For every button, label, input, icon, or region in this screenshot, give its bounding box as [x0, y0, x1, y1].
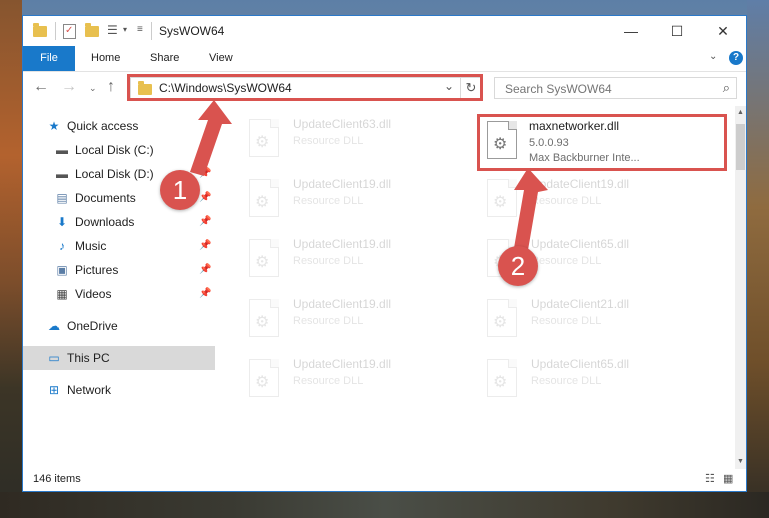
- videos-icon: ▦: [56, 287, 68, 301]
- download-icon: ⬇: [56, 215, 68, 229]
- documents-icon: ▤: [56, 191, 68, 205]
- tab-share[interactable]: Share: [150, 46, 179, 71]
- status-bar: 146 items ☷ ▦: [23, 469, 746, 491]
- gear-icon: ⚙: [255, 374, 270, 391]
- new-folder-icon[interactable]: [85, 23, 99, 37]
- close-button[interactable]: ✕: [700, 16, 746, 46]
- file-highlight: [477, 114, 727, 171]
- sidebar-item-quick-access[interactable]: ★ Quick access: [23, 114, 215, 138]
- folder-icon: [33, 23, 47, 37]
- file-item[interactable]: ⚙ UpdateClient19.dll Resource DLL: [243, 234, 473, 288]
- pictures-icon: ▣: [56, 263, 68, 277]
- title-bar: ✓ ☰ ▾ ≡ SysWOW64 — ☐ ✕: [23, 16, 746, 46]
- properties-icon[interactable]: ✓: [63, 24, 77, 39]
- scroll-down-icon[interactable]: ▼: [735, 455, 746, 469]
- file-item[interactable]: ⚙ UpdateClient19.dll Resource DLL: [243, 354, 473, 408]
- vertical-scrollbar[interactable]: ▲ ▼: [735, 106, 746, 469]
- gear-icon: ⚙: [255, 314, 270, 331]
- pin-icon[interactable]: 📌: [199, 162, 211, 186]
- details-view-icon[interactable]: ☷: [705, 474, 718, 485]
- file-item[interactable]: ⚙ UpdateClient63.dll Resource DLL: [243, 114, 473, 168]
- desktop-background-left: [0, 0, 22, 518]
- step-marker-1: 1: [160, 170, 200, 210]
- sidebar-item-music[interactable]: ♪ Music 📌: [23, 234, 215, 258]
- expand-ribbon-icon[interactable]: ⌄: [709, 51, 717, 62]
- gear-icon: ⚙: [493, 194, 508, 211]
- pin-icon[interactable]: 📌: [199, 282, 211, 306]
- pin-icon[interactable]: 📌: [199, 210, 211, 234]
- dll-file-icon: ⚙: [249, 239, 279, 277]
- chevron-down-icon[interactable]: ▾: [123, 24, 137, 36]
- scroll-thumb[interactable]: [736, 124, 745, 170]
- dll-file-icon: ⚙: [249, 359, 279, 397]
- search-input[interactable]: [503, 79, 707, 99]
- up-arrow-icon[interactable]: ↑: [107, 78, 115, 96]
- music-icon: ♪: [59, 239, 65, 253]
- maximize-button[interactable]: ☐: [654, 16, 700, 46]
- rename-icon[interactable]: ☰: [107, 24, 121, 36]
- file-item[interactable]: ⚙ UpdateClient19.dll Resource DLL: [243, 174, 473, 228]
- minimize-button[interactable]: —: [608, 16, 654, 46]
- gear-icon: ⚙: [255, 254, 270, 271]
- dll-file-icon: ⚙: [487, 299, 517, 337]
- navigation-bar: ← → ⌄ ↑ C:\Windows\SysWOW64 ⌄ ↻ ⌕: [23, 72, 746, 104]
- sidebar-item-videos[interactable]: ▦ Videos 📌: [23, 282, 215, 306]
- desktop-background-bottom: [0, 492, 769, 518]
- step-marker-2: 2: [498, 246, 538, 286]
- large-icons-view-icon[interactable]: ▦: [723, 474, 736, 485]
- scroll-up-icon[interactable]: ▲: [735, 106, 746, 120]
- window-title: SysWOW64: [159, 24, 225, 38]
- file-item[interactable]: ⚙ UpdateClient21.dll Resource DLL: [481, 294, 711, 348]
- pin-icon[interactable]: 📌: [199, 258, 211, 282]
- network-icon: ⊞: [48, 383, 60, 397]
- pin-icon[interactable]: 📌: [199, 234, 211, 258]
- pin-icon[interactable]: 📌: [199, 138, 211, 162]
- star-icon: ★: [48, 119, 60, 133]
- desktop-background-right: [747, 0, 769, 518]
- tab-home[interactable]: Home: [91, 46, 120, 71]
- explorer-window: ✓ ☰ ▾ ≡ SysWOW64 — ☐ ✕ File Home Share V…: [22, 15, 747, 492]
- gear-icon: ⚙: [255, 194, 270, 211]
- navigation-pane: ★ Quick access ▬ Local Disk (C:) 📌 ▬ Loc…: [23, 106, 215, 466]
- sidebar-item-network[interactable]: ⊞ Network: [23, 378, 215, 402]
- dll-file-icon: ⚙: [249, 119, 279, 157]
- drive-icon: ▬: [56, 167, 68, 181]
- sidebar-item-this-pc[interactable]: ▭ This PC: [23, 346, 215, 370]
- forward-arrow-icon[interactable]: →: [61, 78, 77, 96]
- customize-quick-access-icon[interactable]: ≡: [137, 24, 151, 36]
- pin-icon[interactable]: 📌: [199, 186, 211, 210]
- tab-file[interactable]: File: [23, 46, 75, 71]
- help-icon[interactable]: ?: [729, 51, 743, 65]
- file-item[interactable]: ⚙ UpdateClient19.dll Resource DLL: [481, 174, 711, 228]
- search-icon[interactable]: ⌕: [723, 80, 730, 96]
- recent-locations-chevron-icon[interactable]: ⌄: [89, 83, 97, 94]
- dll-file-icon: ⚙: [249, 299, 279, 337]
- gear-icon: ⚙: [493, 374, 508, 391]
- item-count: 146 items: [33, 473, 81, 485]
- drive-icon: ▬: [56, 143, 68, 157]
- sidebar-item-downloads[interactable]: ⬇ Downloads 📌: [23, 210, 215, 234]
- sidebar-item-onedrive[interactable]: ☁ OneDrive: [23, 314, 215, 338]
- gear-icon: ⚙: [493, 314, 508, 331]
- divider: [55, 22, 56, 40]
- tab-view[interactable]: View: [209, 46, 233, 71]
- gear-icon: ⚙: [255, 134, 270, 151]
- divider: [151, 22, 152, 40]
- dll-file-icon: ⚙: [487, 359, 517, 397]
- cloud-icon: ☁: [48, 319, 60, 333]
- sidebar-item-local-disk-c[interactable]: ▬ Local Disk (C:) 📌: [23, 138, 215, 162]
- dll-file-icon: ⚙: [249, 179, 279, 217]
- file-item[interactable]: ⚙ UpdateClient65.dll Resource DLL: [481, 354, 711, 408]
- dll-file-icon: ⚙: [487, 179, 517, 217]
- ribbon: File Home Share View ⌄ ?: [23, 46, 746, 72]
- back-arrow-icon[interactable]: ←: [33, 78, 49, 96]
- sidebar-item-pictures[interactable]: ▣ Pictures 📌: [23, 258, 215, 282]
- search-box[interactable]: ⌕: [494, 77, 737, 99]
- computer-icon: ▭: [48, 351, 60, 365]
- address-highlight: [127, 74, 483, 101]
- file-item[interactable]: ⚙ UpdateClient19.dll Resource DLL: [243, 294, 473, 348]
